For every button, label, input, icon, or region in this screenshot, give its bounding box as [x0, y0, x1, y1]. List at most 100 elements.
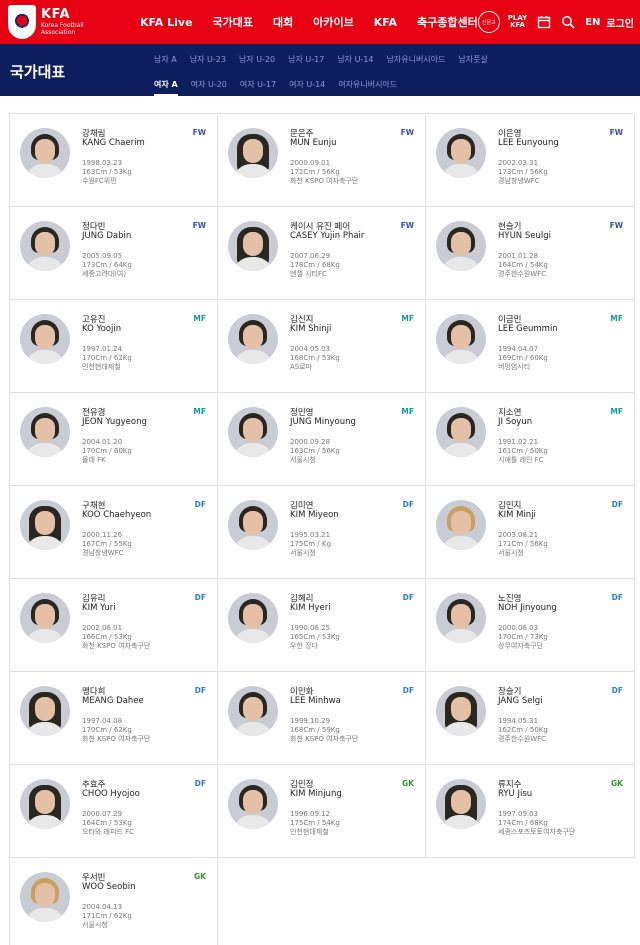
player-card[interactable]: 우서빈 WOO Seobin GK 2004.04.13 171Cm / 62Kg 서울시… — [10, 858, 218, 945]
player-photo — [436, 779, 486, 829]
player-card[interactable]: 현슬기 HYUN Seulgi FW 2001.01.28 164Cm / 54Kg 경주… — [426, 207, 635, 300]
nav-national-team[interactable]: 국가대표 — [213, 14, 253, 30]
player-position-badge: GK — [194, 872, 206, 881]
player-card[interactable]: 강채림 KANG Chaerim FW 1998.03.23 163Cm / 53Kg 수… — [10, 114, 218, 207]
player-club: 화천 KSPO 여자축구단 — [82, 642, 151, 650]
player-position-badge: DF — [611, 593, 623, 602]
login-link[interactable]: 로그인 — [606, 15, 634, 30]
player-birthdate: 2004.01.20 — [82, 438, 123, 446]
tab-men-u17[interactable]: 남자 U-17 — [288, 54, 324, 65]
player-card[interactable]: 구채현 KOO Chaehyeon DF 2000.11.26 167Cm / 55Kg… — [10, 486, 218, 579]
player-height-weight: 171Cm / 62Kg — [82, 912, 132, 920]
player-card[interactable]: 정다빈 JUNG Dabin FW 2005.09.05 173Cm / 64Kg 세종고… — [10, 207, 218, 300]
player-photo — [228, 314, 278, 364]
player-photo — [20, 686, 70, 736]
player-club: 우한 장다 — [290, 642, 318, 650]
player-position-badge: MF — [401, 407, 414, 416]
player-english-name: CASEY Yujin Phair — [290, 231, 365, 241]
player-position-badge: GK — [402, 779, 414, 788]
player-position-badge: DF — [402, 593, 414, 602]
player-height-weight: 171Cm / 56Kg — [498, 540, 548, 548]
player-card[interactable]: 김민정 KIM Minjung GK 1996.09.12 175Cm / 54Kg 인천… — [218, 765, 426, 858]
tab-men-u20[interactable]: 남자 U-20 — [239, 54, 275, 65]
tab-men-universiade[interactable]: 남자유니버시아드 — [387, 54, 446, 65]
player-club: 화천 KSPO 여자축구단 — [290, 177, 359, 185]
player-card[interactable]: 김유리 KIM Yuri DF 2002.06.01 166Cm / 53Kg 화천 KS… — [10, 579, 218, 672]
tab-men-u23[interactable]: 남자 U-23 — [190, 54, 226, 65]
player-card[interactable]: 김혜리 KIM Hyeri DF 1990.06.25 165Cm / 53Kg 우한 장… — [218, 579, 426, 672]
calendar-icon[interactable] — [537, 15, 551, 29]
player-english-name: MEANG Dahee — [82, 696, 144, 706]
petition-button[interactable]: 신문고 — [477, 11, 500, 33]
player-details: 1994.05.31 162Cm / 50Kg 경주한수원WFC — [498, 717, 548, 744]
play-kfa-button[interactable]: PLAY KFA — [508, 15, 527, 29]
tab-men-a[interactable]: 남자 A — [154, 54, 177, 65]
player-details: 2000.09.28 163Cm / 56Kg 서울시청 — [290, 438, 340, 465]
player-details: 2004.05.03 168Cm / 53Kg AS로마 — [290, 345, 340, 372]
player-club: 화천 KSPO 여자축구단 — [290, 735, 359, 743]
tab-men-futsal[interactable]: 남자풋살 — [458, 54, 487, 65]
nav-kfa[interactable]: KFA — [374, 16, 397, 29]
player-card[interactable]: 김미연 KIM Miyeon DF 1995.03.21 175Cm / Kg 서울시청 — [218, 486, 426, 579]
search-icon[interactable] — [561, 15, 575, 29]
tab-women-u17[interactable]: 여자 U-17 — [240, 79, 276, 96]
player-details: 1997.04.08 170Cm / 62Kg 화천 KSPO 여자축구단 — [82, 717, 150, 744]
player-position-badge: MF — [610, 407, 623, 416]
player-card[interactable]: 전유경 JEON Yugyeong MF 2004.01.20 170Cm / 60Kg… — [10, 393, 218, 486]
player-card[interactable]: 김민지 KIM Minji DF 2003.08.21 171Cm / 56Kg 서울시청 — [426, 486, 635, 579]
player-card[interactable]: 맹다희 MEANG Dahee DF 1997.04.08 170Cm / 62Kg 화천… — [10, 672, 218, 765]
player-height-weight: 170Cm / 62Kg — [82, 354, 132, 362]
player-card[interactable]: 이민화 LEE Minhwa DF 1999.10.29 168Cm / 59Kg 화천 … — [218, 672, 426, 765]
player-position-badge: FW — [609, 221, 623, 230]
player-photo — [436, 314, 486, 364]
player-birthdate: 2004.04.13 — [82, 903, 123, 911]
player-position-badge: FW — [609, 128, 623, 137]
player-position-badge: FW — [192, 221, 206, 230]
player-card[interactable]: 고유진 KO Yoojin MF 1997.01.24 170Cm / 62Kg 인천현대… — [10, 300, 218, 393]
player-club: 경주한수원WFC — [498, 735, 547, 743]
player-card[interactable]: 김신지 KIM Shinji MF 2004.05.03 168Cm / 53Kg AS로… — [218, 300, 426, 393]
player-card[interactable]: 장슬기 JANG Selgi DF 1994.05.31 162Cm / 50Kg 경주한… — [426, 672, 635, 765]
nav-competitions[interactable]: 대회 — [273, 14, 293, 30]
kfa-logo[interactable]: KFA Korea Football Association — [0, 5, 140, 39]
player-height-weight: 175Cm / Kg — [290, 540, 331, 548]
player-card[interactable]: 지소연 JI Soyun MF 1991.02.21 161Cm / 50Kg 시애틀 레… — [426, 393, 635, 486]
women-team-tabs: 여자 A 여자 U-20 여자 U-17 여자 U-14 여자유니버시아드 — [154, 79, 410, 96]
player-details: 1997.01.24 170Cm / 62Kg 인천현대제철 — [82, 345, 132, 372]
player-details: 1991.02.21 161Cm / 50Kg 시애틀 레인 FC — [498, 438, 548, 465]
tab-women-universiade[interactable]: 여자유니버시아드 — [338, 79, 397, 96]
player-club: 서울시청 — [290, 456, 316, 464]
tab-women-a[interactable]: 여자 A — [154, 79, 178, 96]
player-card[interactable]: 추효주 CHOO Hyojoo DF 2000.07.29 164Cm / 53Kg 오타… — [10, 765, 218, 858]
player-card[interactable]: 정민영 JUNG Minyoung MF 2000.09.28 163Cm / 56Kg… — [218, 393, 426, 486]
player-birthdate: 1997.01.24 — [82, 345, 123, 353]
nav-football-center[interactable]: 축구종합센터 — [417, 14, 478, 30]
nav-kfa-live[interactable]: KFA Live — [140, 16, 193, 29]
player-birthdate: 2001.01.28 — [498, 252, 539, 260]
player-photo — [20, 128, 70, 178]
player-birthdate: 2005.09.05 — [82, 252, 123, 260]
language-toggle[interactable]: EN — [585, 17, 600, 28]
tab-men-u14[interactable]: 남자 U-14 — [337, 54, 373, 65]
player-club: 경남창녕WFC — [498, 177, 540, 185]
player-card[interactable]: 이금민 LEE Geummin MF 1994.04.07 169Cm / 60Kg 버밍… — [426, 300, 635, 393]
player-birthdate: 2002.06.01 — [82, 624, 123, 632]
logo-sub-line2: Association — [41, 28, 76, 36]
nav-archive[interactable]: 아카이브 — [313, 14, 353, 30]
player-position-badge: FW — [400, 221, 414, 230]
player-position-badge: DF — [194, 686, 206, 695]
player-card[interactable]: 문은주 MUN Eunju FW 2000.09.01 172Cm / 56Kg 화천 K… — [218, 114, 426, 207]
player-card[interactable]: 류지수 RYU Jisu GK 1997.09.03 174Cm / 68Kg 세종스포츠… — [426, 765, 635, 858]
player-birthdate: 1999.10.29 — [290, 717, 331, 725]
player-english-name: MUN Eunju — [290, 138, 337, 148]
section-title: 국가대표 — [10, 63, 66, 81]
player-card[interactable]: 케이시 유진 페어 CASEY Yujin Phair FW 2007.06.29 17… — [218, 207, 426, 300]
player-height-weight: 164Cm / 54Kg — [498, 261, 548, 269]
player-card[interactable]: 노진영 NOH Jinyoung DF 2000.06.03 170Cm / 73Kg 상… — [426, 579, 635, 672]
tab-women-u14[interactable]: 여자 U-14 — [289, 79, 325, 96]
player-card[interactable]: 이은영 LEE Eunyoung FW 2002.03.31 173Cm / 56Kg 경… — [426, 114, 635, 207]
player-photo — [436, 686, 486, 736]
player-details: 2005.09.05 173Cm / 64Kg 세종고려대(여) — [82, 252, 132, 279]
tab-women-u20[interactable]: 여자 U-20 — [191, 79, 227, 96]
player-club: 서울시청 — [82, 921, 108, 929]
